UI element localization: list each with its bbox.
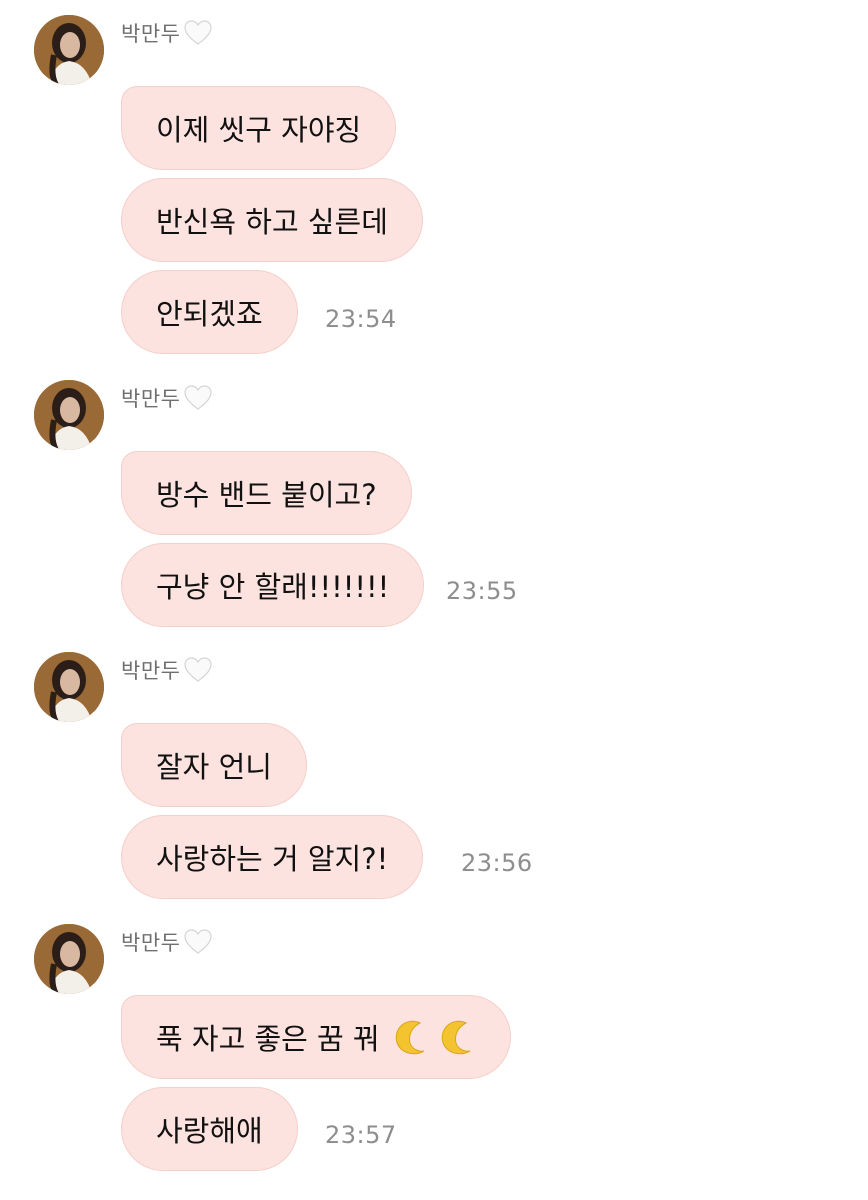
message-timestamp: 23:54 [325,305,397,333]
message-bubble[interactable]: 구냥 안 할래!!!!!!! [121,543,425,627]
sender-name: 박만두 [121,22,181,46]
sender-name: 박만두 [121,659,181,683]
message-timestamp: 23:55 [446,577,518,605]
message-timestamp: 23:56 [461,849,533,877]
sender-name: 박만두 [121,931,181,955]
white-heart-icon [184,385,213,410]
message-bubble[interactable]: 안되겠죠 [121,270,298,354]
avatar[interactable] [34,924,104,994]
message-bubble[interactable]: 반신욕 하고 싶른데 [121,178,423,262]
sender-label: 박만두 [121,927,213,957]
message-text: 이제 씻구 자야징 [156,113,362,147]
avatar[interactable] [34,380,104,450]
white-heart-icon [184,657,213,682]
message-bubble[interactable]: 사랑해애 [121,1087,298,1171]
sender-name: 박만두 [121,387,181,411]
message-text: 반신욕 하고 싶른데 [156,205,388,239]
message-bubble[interactable]: 이제 씻구 자야징 [121,86,397,170]
sender-label: 박만두 [121,18,213,48]
message-text: 잘자 언니 [156,750,272,784]
message-text: 사랑해애 [156,1114,263,1148]
message-text: 방수 밴드 붙이고? [156,478,377,512]
sender-label: 박만두 [121,655,213,685]
message-bubble[interactable]: 방수 밴드 붙이고? [121,451,412,535]
sender-label: 박만두 [121,383,213,413]
avatar[interactable] [34,652,104,722]
message-text: 푹 자고 좋은 꿈 꿔 [156,1022,380,1056]
white-heart-icon [184,20,213,45]
white-heart-icon [184,929,213,954]
message-bubble[interactable]: 푹 자고 좋은 꿈 꿔 [121,995,511,1079]
message-text: 구냥 안 할래!!!!!!! [156,570,390,604]
avatar[interactable] [34,15,104,85]
message-timestamp: 23:57 [325,1121,397,1149]
message-bubble[interactable]: 사랑하는 거 알지?! [121,815,424,899]
message-text: 사랑하는 거 알지?! [156,842,389,876]
message-text: 안되겠죠 [156,297,263,331]
message-bubble[interactable]: 잘자 언니 [121,723,307,807]
moon-emoji-pair [384,1017,476,1057]
crescent-moon-icon [395,1020,424,1055]
crescent-moon-icon [441,1020,470,1055]
